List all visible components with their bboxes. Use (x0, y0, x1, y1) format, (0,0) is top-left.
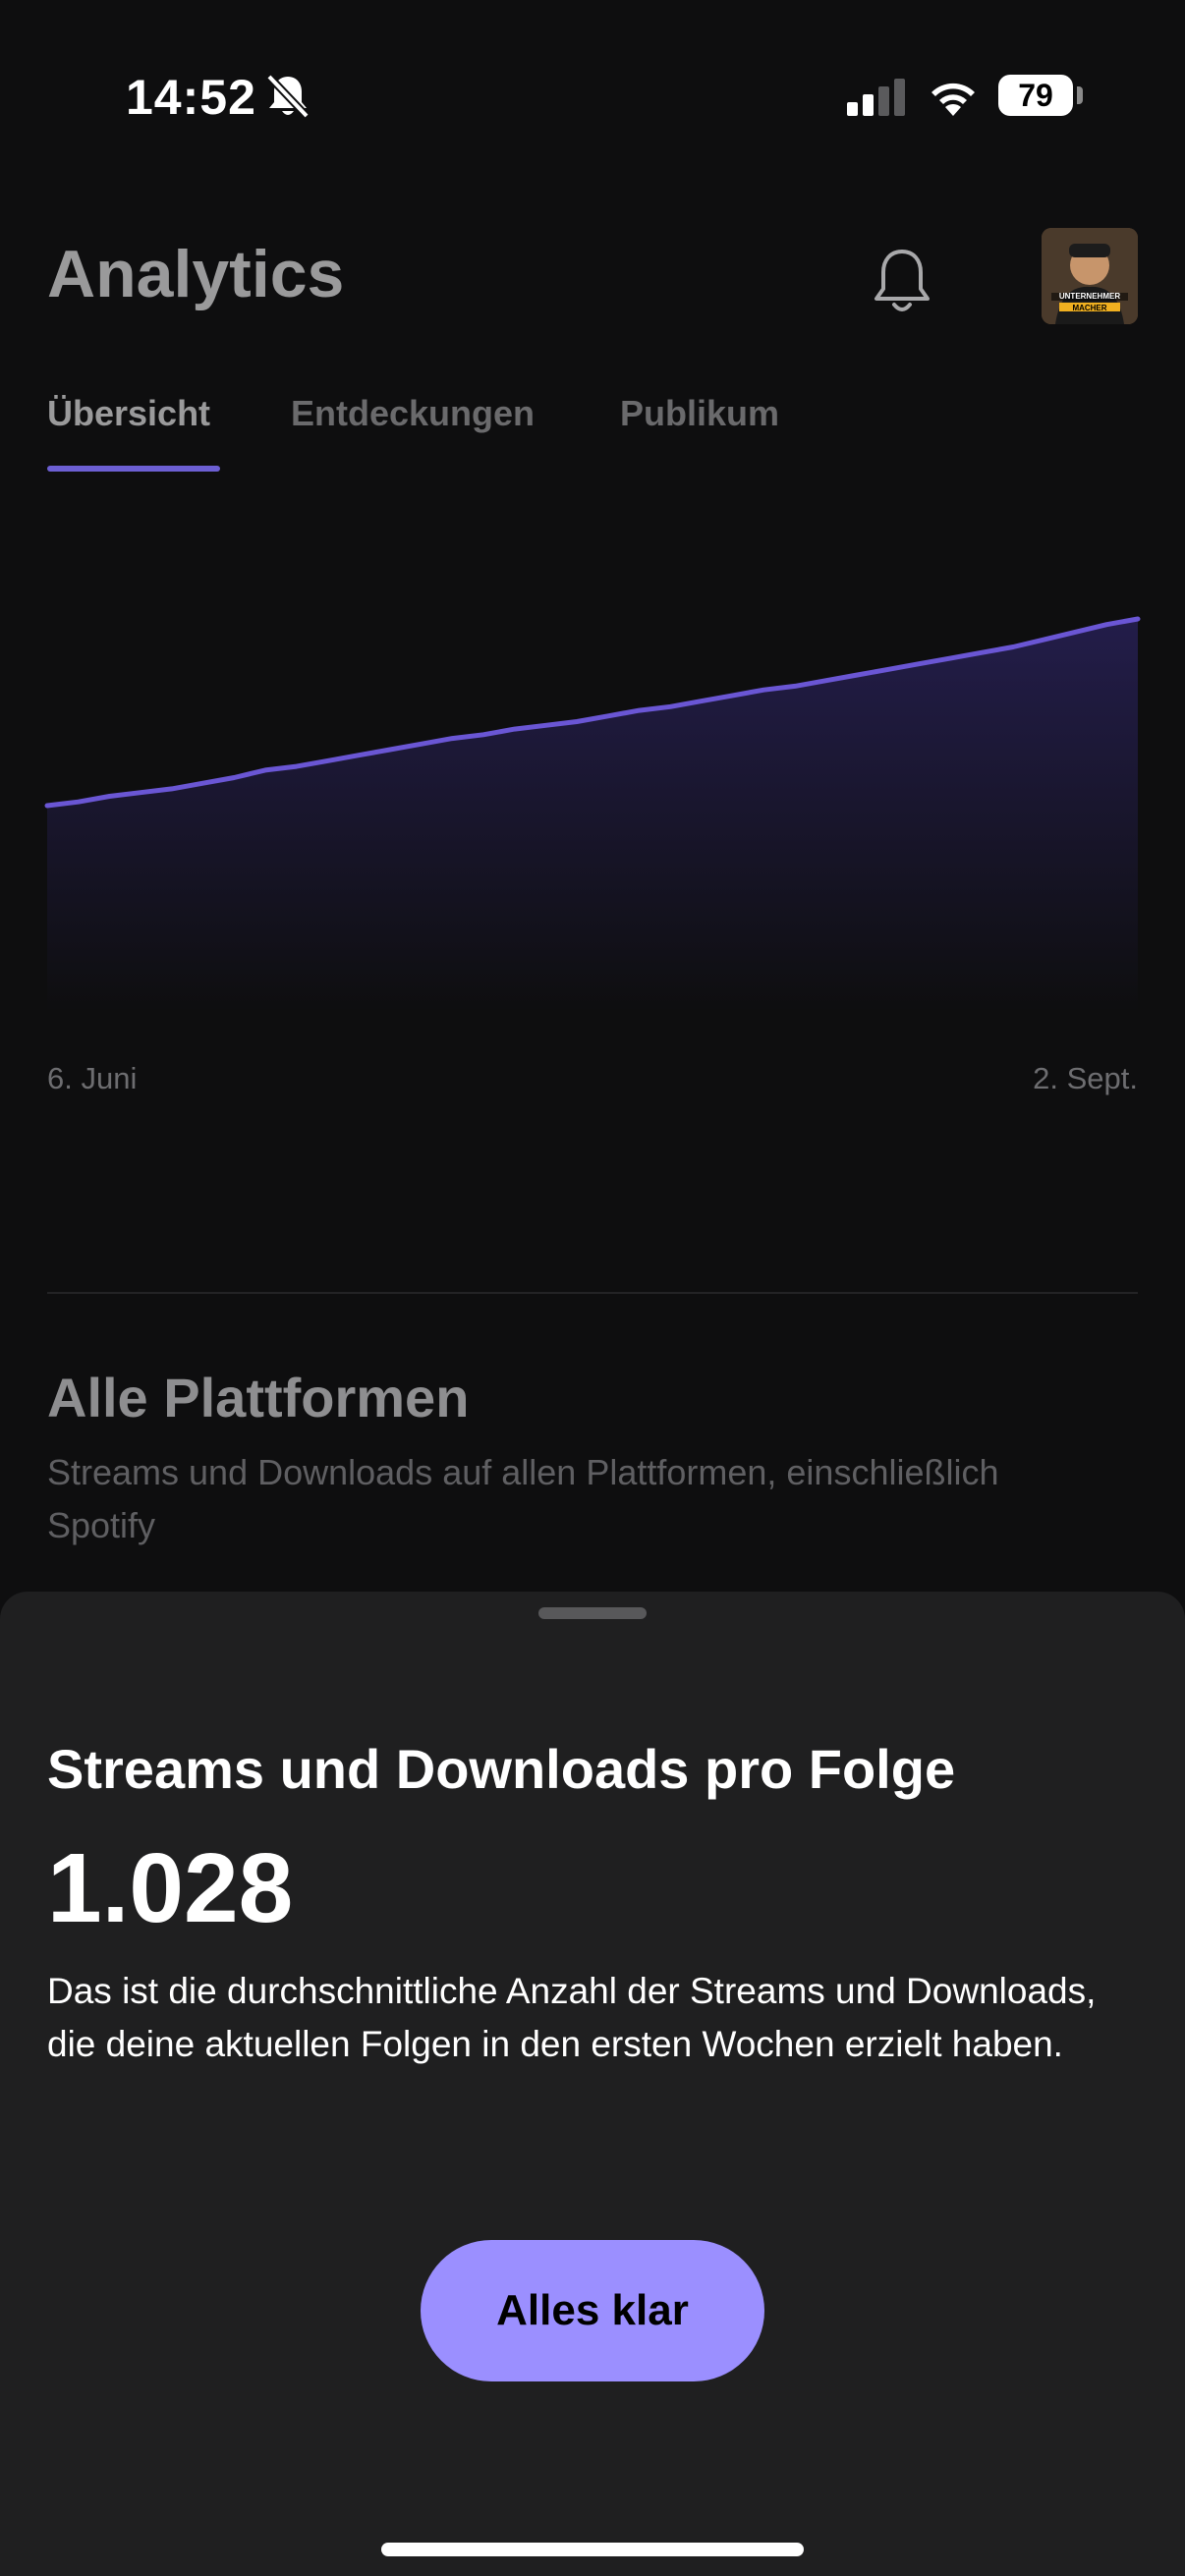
status-time: 14:52 (126, 70, 256, 125)
avatar-text-1: UNTERNEHMER (1059, 292, 1120, 301)
battery-level: 79 (1018, 77, 1053, 113)
sheet-description: Das ist die durchschnittliche Anzahl der… (47, 1971, 1097, 2064)
active-tab-indicator (47, 466, 220, 472)
confirm-button[interactable]: Alles klar (421, 2240, 764, 2381)
section-description: Streams und Downloads auf allen Plattfor… (47, 1452, 999, 1545)
bell-slash-icon (266, 74, 310, 119)
battery-indicator: 79 (998, 75, 1073, 116)
chart-area-fill (47, 619, 1138, 1012)
home-indicator[interactable] (381, 2543, 804, 2556)
section-title: Alle Plattformen (47, 1367, 470, 1428)
info-bottom-sheet: Streams und Downloads pro Folge 1.028 Da… (0, 1592, 1185, 2576)
streams-area-chart (44, 616, 1141, 1012)
sheet-drag-handle[interactable] (538, 1607, 647, 1619)
sheet-metric-value: 1.028 (47, 1833, 294, 1943)
cellular-signal-icon (847, 79, 905, 116)
tab-overview[interactable]: Übersicht (47, 393, 210, 434)
avatar-image: UNTERNEHMER MACHER (1042, 228, 1138, 324)
wifi-icon (931, 83, 975, 116)
x-axis-end-label: 2. Sept. (1033, 1061, 1138, 1095)
section-divider (47, 1292, 1138, 1294)
tab-discoveries[interactable]: Entdeckungen (291, 393, 535, 434)
avatar[interactable]: UNTERNEHMER MACHER (1042, 228, 1138, 324)
tab-audience[interactable]: Publikum (620, 393, 779, 434)
sheet-title: Streams und Downloads pro Folge (47, 1738, 956, 1800)
page-title: Analytics (47, 237, 345, 311)
x-axis-start-label: 6. Juni (47, 1061, 138, 1095)
battery-cap (1077, 86, 1083, 104)
status-bar: 14:52 79 (0, 0, 1185, 196)
avatar-text-2: MACHER (1072, 304, 1106, 312)
bell-icon[interactable] (865, 244, 939, 318)
